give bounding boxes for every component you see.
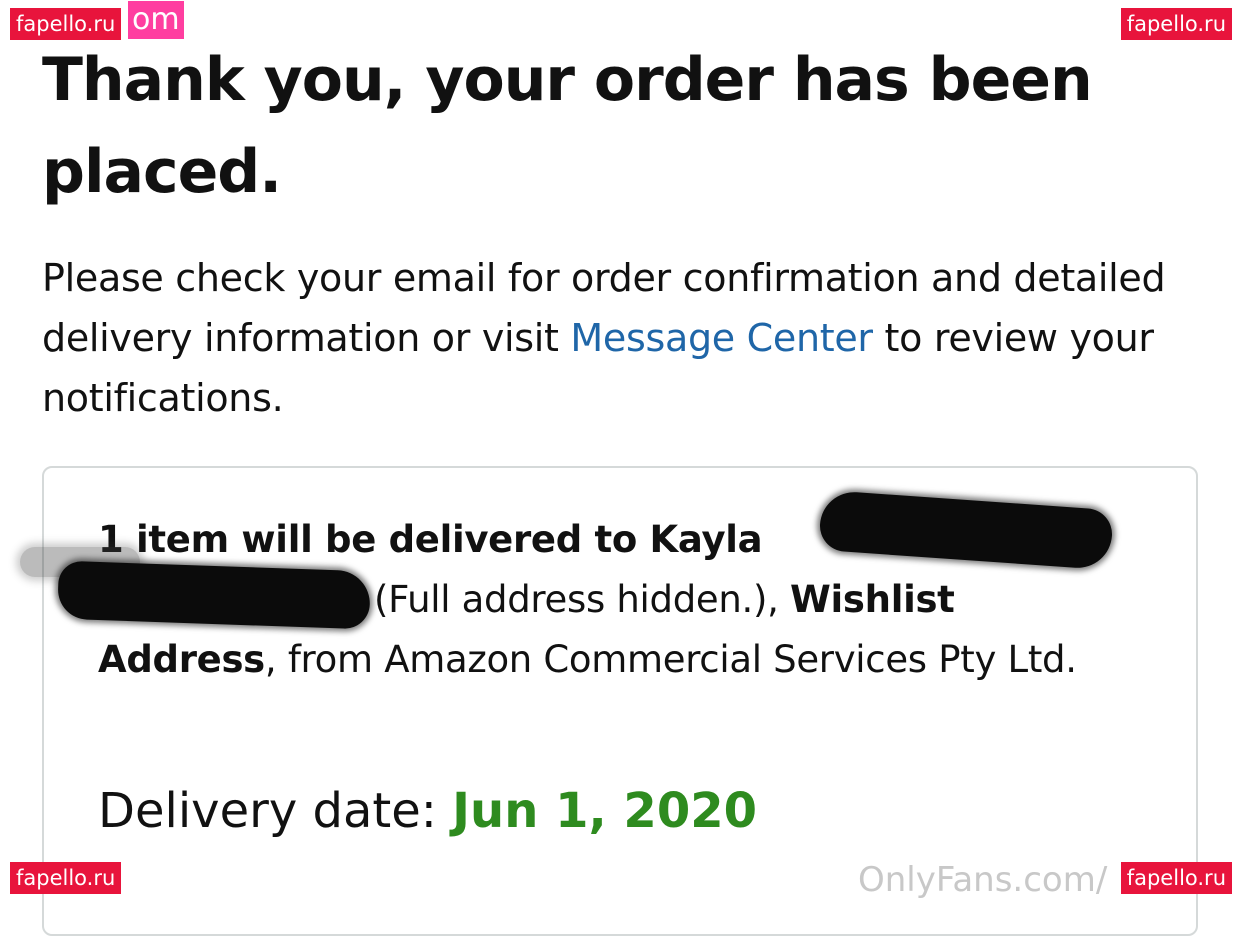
delivery-date: Delivery date: Jun 1, 2020 xyxy=(98,776,757,846)
watermark-top-left-suffix: om xyxy=(128,1,184,39)
watermark-bottom-left: fapello.ru xyxy=(10,862,122,894)
watermark-onlyfans: OnlyFans.com/ xyxy=(858,860,1108,900)
message-center-link[interactable]: Message Center xyxy=(570,316,873,360)
address-hidden-note: (Full address hidden.), xyxy=(374,578,791,621)
watermark-top-right: fapello.ru xyxy=(1120,8,1232,40)
intro-text: Please check your email for order confir… xyxy=(42,248,1192,428)
redaction-scribble-address xyxy=(57,560,371,630)
page-title: Thank you, your order has been placed. xyxy=(42,45,1093,207)
watermark-bottom-right: fapello.ru xyxy=(1120,862,1232,894)
delivery-date-value: Jun 1, 2020 xyxy=(452,783,758,839)
watermark-top-left: fapello.ru xyxy=(10,8,122,40)
delivery-date-label: Delivery date: xyxy=(98,783,453,839)
delivery-recipient-lead: 1 item will be delivered to Kayla xyxy=(98,518,763,561)
seller-text: , from Amazon Commercial Services Pty Lt… xyxy=(264,638,1077,681)
